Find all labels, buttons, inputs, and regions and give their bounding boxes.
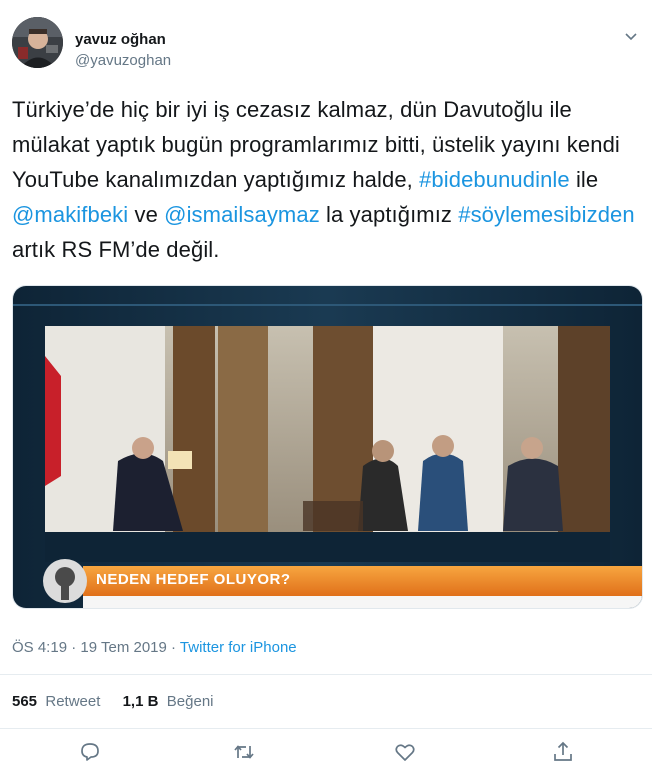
video-thumbnail [13,286,642,608]
likes-stat[interactable]: 1,1 B Beğeni [123,693,214,710]
tweet-text-segment: ve [128,202,165,227]
divider [0,674,652,675]
meta-separator: · [166,639,180,656]
tweet-meta: ÖS 4:19 · 19 Tem 2019 · Twitter for iPho… [12,639,297,656]
avatar[interactable] [12,17,63,68]
tweet-source[interactable]: Twitter for iPhone [180,639,297,656]
video-banner-text: NEDEN HEDEF OLUYOR? [96,571,291,588]
tweet-stats: 565 Retweet 1,1 B Beğeni [12,693,232,710]
likes-label: Beğeni [166,693,214,710]
share-icon[interactable] [551,740,575,764]
tweet-text: Türkiye’de hiç bir iyi iş cezasız kalmaz… [12,92,640,267]
tweet-text-segment: la yaptığımız [319,202,459,227]
author-handle[interactable]: @yavuzoghan [75,52,171,69]
tweet-text-segment: artık RS FM’de değil. [12,237,220,262]
chevron-down-icon[interactable] [622,27,640,45]
meta-separator: · [67,639,81,656]
divider [0,728,652,729]
tweet-actions [0,740,652,768]
tweet-media-video[interactable] [12,285,643,609]
retweets-stat[interactable]: 565 Retweet [12,693,100,710]
retweets-count: 565 [12,693,38,710]
heart-icon[interactable] [393,740,417,764]
tweet-link[interactable]: @makifbeki [12,202,128,227]
tweet-link[interactable]: #bidebunudinle [419,167,570,192]
author-name[interactable]: yavuz oğhan [75,31,166,48]
tweet-time[interactable]: ÖS 4:19 [12,639,67,656]
likes-count: 1,1 B [122,693,159,710]
tweet-link[interactable]: #söylemesibizden [458,202,634,227]
retweet-icon[interactable] [232,740,256,764]
retweets-label: Retweet [45,693,101,710]
tweet-header: yavuz oğhan @yavuzoghan [12,17,640,77]
avatar-image [12,17,63,68]
tweet-link[interactable]: @ismailsaymaz [164,202,320,227]
tweet-date[interactable]: 19 Tem 2019 [80,639,166,656]
reply-icon[interactable] [78,740,102,764]
tweet-text-segment: ile [569,167,599,192]
